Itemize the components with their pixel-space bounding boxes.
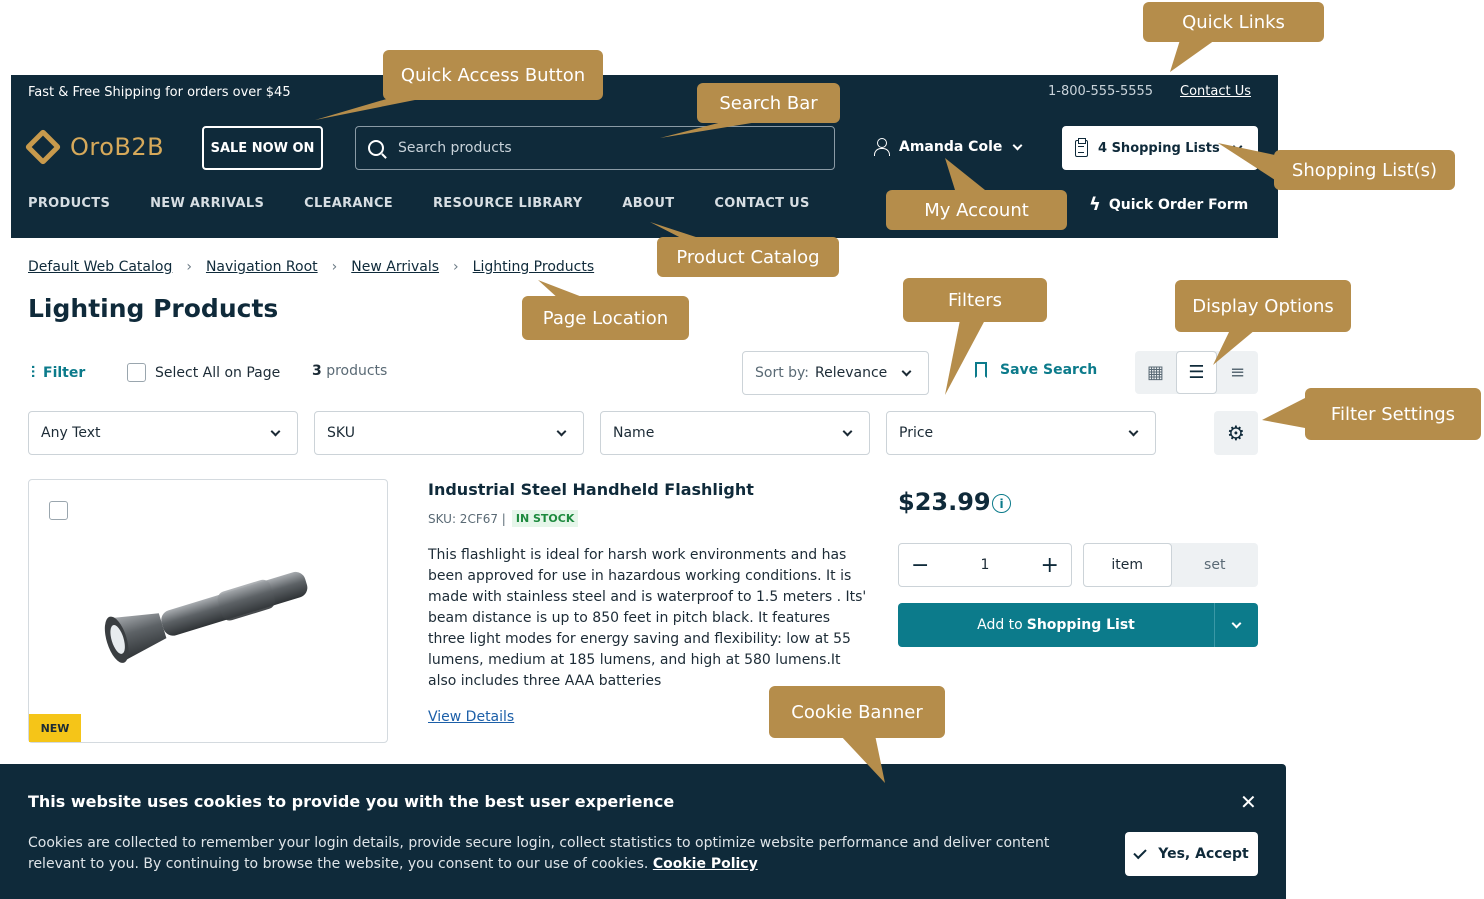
callout-page-location: Page Location [522, 296, 689, 340]
callout-search-bar: Search Bar [697, 83, 840, 123]
callout-quick-links: Quick Links [1143, 2, 1324, 42]
callout-pointers [315, 40, 1305, 783]
callout-filters: Filters [903, 278, 1047, 322]
callout-cookie-banner: Cookie Banner [769, 686, 945, 738]
callout-my-account: My Account [886, 190, 1067, 230]
callout-display-options: Display Options [1175, 280, 1351, 332]
callout-quick-access: Quick Access Button [383, 50, 603, 100]
callout-shopping-lists: Shopping List(s) [1274, 150, 1455, 190]
callout-product-catalog: Product Catalog [657, 237, 839, 277]
callout-filter-settings: Filter Settings [1305, 388, 1481, 440]
